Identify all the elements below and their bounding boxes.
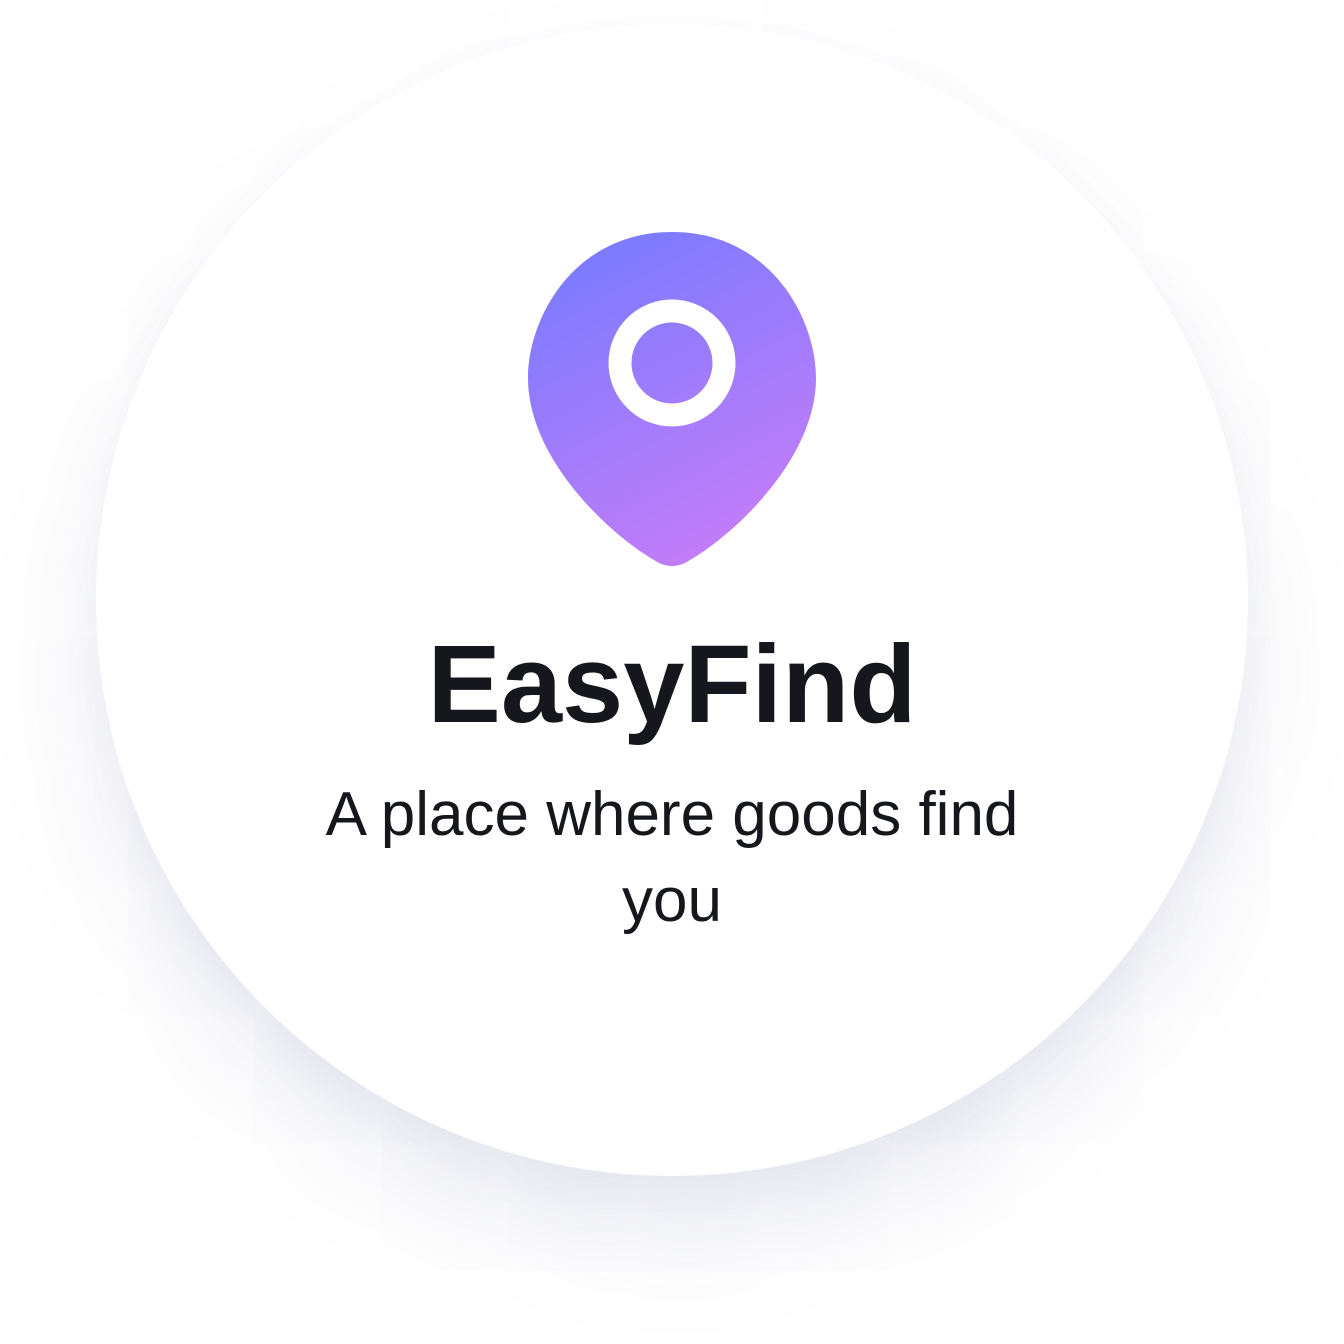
app-title: EasyFind — [427, 623, 917, 746]
splash-screen: EasyFind A place where goods find you — [0, 0, 1344, 1344]
logo-card — [96, 24, 1248, 1176]
pin-body — [528, 232, 816, 566]
location-pin-icon — [524, 228, 820, 572]
app-tagline: A place where goods find you — [325, 780, 1019, 935]
